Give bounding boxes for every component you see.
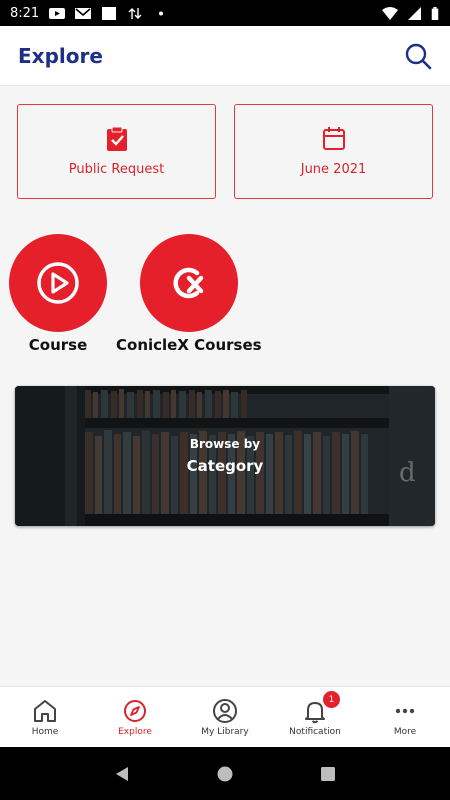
course-shortcut[interactable]: Course [9,234,107,354]
page-title: Explore [18,43,103,68]
home-circle-icon[interactable] [216,765,234,783]
banner-line1: Browse by [189,437,261,451]
app-bar: Explore [0,26,450,86]
nav-notification[interactable]: 1 Notification [270,687,360,747]
user-circle-icon [213,698,237,723]
nav-notification-label: Notification [289,726,341,737]
nav-home-label: Home [31,726,59,737]
gmail-icon [75,7,92,19]
calendar-icon [322,127,345,150]
bottom-navigation: Home Explore My Library 1 Notification M… [0,686,450,747]
recents-icon[interactable] [319,765,337,783]
nav-explore[interactable]: Explore [90,687,180,747]
home-icon [34,699,56,722]
search-icon[interactable] [404,42,432,70]
dot-icon [159,11,164,15]
coniclex-label: ConicleX Courses [116,336,262,354]
clipboard-check-icon [106,126,127,151]
public-request-label: Public Request [68,162,165,177]
back-icon[interactable] [113,765,131,783]
compass-icon [124,699,146,722]
signal-icon [408,6,421,20]
notification-badge: 1 [323,691,340,708]
more-icon [395,708,415,713]
wifi-icon [382,6,398,20]
june-2021-card[interactable]: June 2021 [234,104,433,199]
nav-explore-label: Explore [118,726,152,737]
nav-more[interactable]: More [360,687,450,747]
browse-category-banner[interactable]: d Browse by Category [15,386,435,526]
nav-home[interactable]: Home [0,687,90,747]
battery-icon [431,6,439,20]
image-icon [102,6,117,20]
status-bar: 8:21 [0,0,450,26]
nav-more-label: More [393,726,417,737]
status-time: 8:21 [10,5,40,21]
nav-my-library[interactable]: My Library [180,687,270,747]
june-2021-label: June 2021 [300,162,367,177]
banner-text: Browse by Category [15,386,435,526]
youtube-icon [49,7,66,19]
quick-cards: Public Request June 2021 [17,104,433,199]
system-navigation [0,747,450,800]
coniclex-shortcut[interactable]: ConicleX Courses [116,234,262,354]
nav-my-library-label: My Library [201,726,249,737]
banner-line2: Category [186,457,264,475]
play-circle-icon [37,262,79,304]
conicle-x-icon [173,267,204,299]
course-label: Course [28,336,88,354]
public-request-card[interactable]: Public Request [17,104,216,199]
data-transfer-icon [128,7,142,19]
course-button[interactable] [9,234,107,332]
coniclex-button[interactable] [139,234,238,332]
